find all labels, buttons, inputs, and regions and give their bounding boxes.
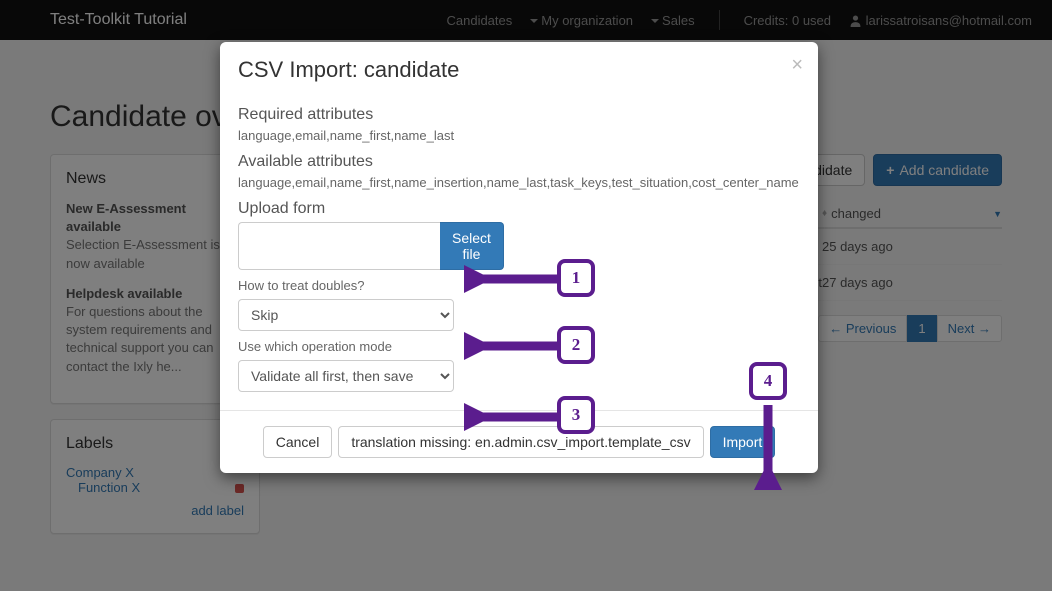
mode-select[interactable]: Validate all first, then save (238, 360, 454, 392)
csv-import-modal: CSV Import: candidate × Required attribu… (220, 42, 818, 473)
import-button[interactable]: Import (710, 426, 776, 458)
select-file-button[interactable]: Select file (440, 222, 504, 270)
modal-close-button[interactable]: × (791, 54, 803, 77)
template-csv-button[interactable]: translation missing: en.admin.csv_import… (338, 426, 703, 458)
cancel-button[interactable]: Cancel (263, 426, 333, 458)
required-attrs-label: Required attributes (238, 106, 800, 124)
modal-title: CSV Import: candidate (238, 57, 800, 83)
doubles-select[interactable]: Skip (238, 299, 454, 331)
upload-form-label: Upload form (238, 200, 800, 218)
doubles-label: How to treat doubles? (238, 278, 800, 293)
required-attrs-values: language,email,name_first,name_last (238, 128, 800, 143)
available-attrs-values: language,email,name_first,name_insertion… (238, 175, 800, 190)
mode-label: Use which operation mode (238, 339, 800, 354)
available-attrs-label: Available attributes (238, 153, 800, 171)
file-input[interactable] (238, 222, 440, 270)
